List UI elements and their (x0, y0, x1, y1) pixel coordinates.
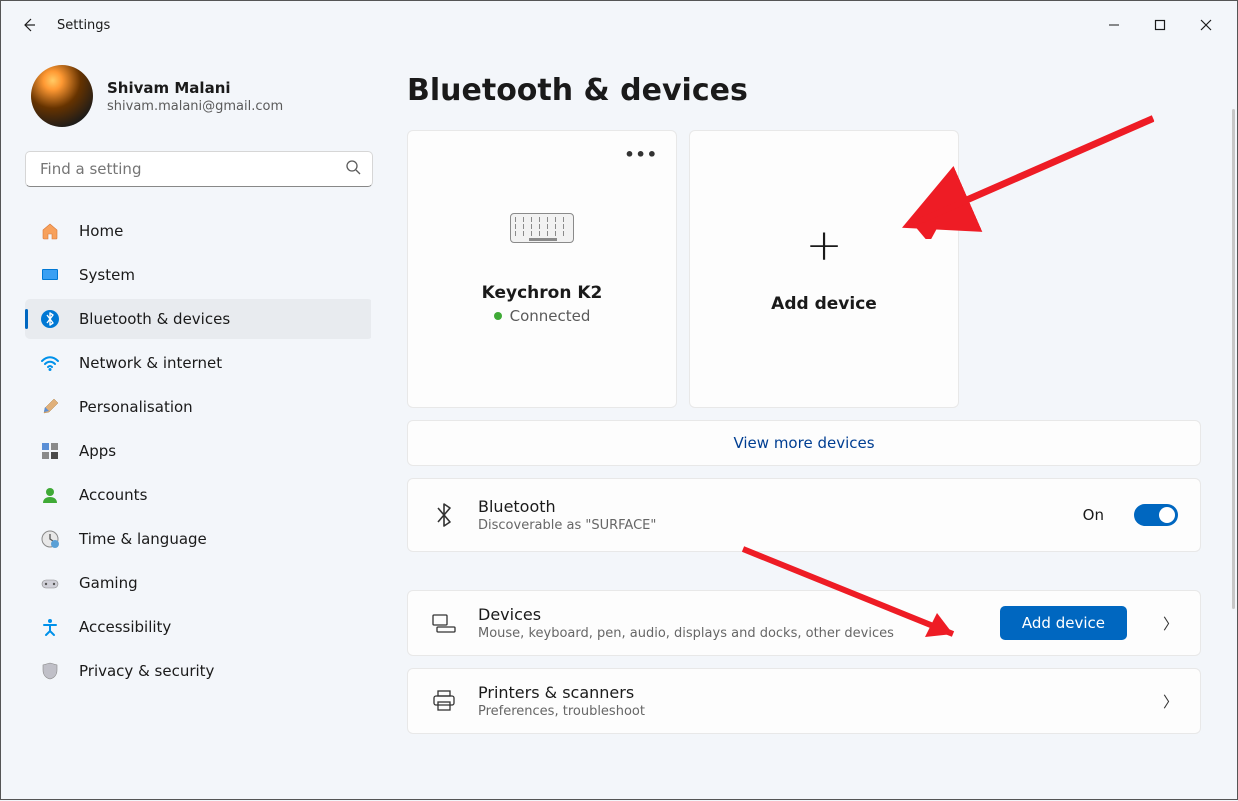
nav-label: Accounts (79, 486, 147, 504)
apps-icon (39, 440, 61, 462)
device-status: Connected (494, 307, 591, 325)
shield-icon (39, 660, 61, 682)
minimize-button[interactable] (1091, 9, 1137, 41)
nav-item-accounts[interactable]: Accounts (25, 475, 371, 515)
nav-label: Personalisation (79, 398, 193, 416)
nav-label: Home (79, 222, 123, 240)
close-button[interactable] (1183, 9, 1229, 41)
add-device-button[interactable]: Add device (1000, 606, 1127, 640)
nav-label: Network & internet (79, 354, 222, 372)
keyboard-icon (510, 213, 574, 243)
nav-label: Bluetooth & devices (79, 310, 230, 328)
nav-label: Time & language (79, 530, 207, 548)
bluetooth-toggle[interactable] (1134, 504, 1178, 526)
nav-item-apps[interactable]: Apps (25, 431, 371, 471)
nav-item-time-language[interactable]: Time & language (25, 519, 371, 559)
system-icon (39, 264, 61, 286)
page-title: Bluetooth & devices (407, 73, 1207, 108)
sidebar: Shivam Malani shivam.malani@gmail.com Ho… (1, 49, 383, 801)
nav-item-privacy[interactable]: Privacy & security (25, 651, 371, 691)
nav-item-gaming[interactable]: Gaming (25, 563, 371, 603)
bluetooth-row: Bluetooth Discoverable as "SURFACE" On (407, 478, 1201, 552)
status-dot-icon (494, 312, 502, 320)
profile-block[interactable]: Shivam Malani shivam.malani@gmail.com (25, 65, 371, 127)
bluetooth-outline-icon (430, 502, 458, 528)
device-card[interactable]: ••• Keychron K2 Connected (407, 130, 677, 408)
plus-icon: + (806, 224, 843, 268)
devices-row[interactable]: Devices Mouse, keyboard, pen, audio, dis… (407, 590, 1201, 656)
search-input[interactable] (25, 151, 373, 187)
bluetooth-icon (39, 308, 61, 330)
device-name: Keychron K2 (482, 283, 603, 303)
devices-subtitle: Mouse, keyboard, pen, audio, displays an… (478, 626, 980, 641)
nav-item-personalisation[interactable]: Personalisation (25, 387, 371, 427)
nav-item-home[interactable]: Home (25, 211, 371, 251)
nav-label: Accessibility (79, 618, 171, 636)
printers-title: Printers & scanners (478, 683, 1127, 702)
scrollbar[interactable] (1232, 109, 1235, 609)
printers-row[interactable]: Printers & scanners Preferences, trouble… (407, 668, 1201, 734)
arrow-left-icon (21, 17, 37, 33)
content-area: Bluetooth & devices ••• Keychron K2 Conn… (383, 49, 1237, 801)
paintbrush-icon (39, 396, 61, 418)
home-icon (39, 220, 61, 242)
nav-item-accessibility[interactable]: Accessibility (25, 607, 371, 647)
add-device-label: Add device (771, 294, 877, 314)
nav-item-bluetooth-devices[interactable]: Bluetooth & devices (25, 299, 371, 339)
app-title: Settings (57, 18, 110, 33)
nav-item-network[interactable]: Network & internet (25, 343, 371, 383)
profile-name: Shivam Malani (107, 79, 283, 97)
bluetooth-title: Bluetooth (478, 497, 1063, 516)
add-device-card[interactable]: + Add device (689, 130, 959, 408)
toggle-label: On (1083, 506, 1104, 524)
nav-item-system[interactable]: System (25, 255, 371, 295)
search-icon (345, 159, 361, 179)
profile-email: shivam.malani@gmail.com (107, 99, 283, 114)
avatar (31, 65, 93, 127)
accessibility-icon (39, 616, 61, 638)
bluetooth-subtitle: Discoverable as "SURFACE" (478, 518, 1063, 533)
clock-globe-icon (39, 528, 61, 550)
nav-label: Privacy & security (79, 662, 214, 680)
maximize-button[interactable] (1137, 9, 1183, 41)
nav-label: System (79, 266, 135, 284)
printers-subtitle: Preferences, troubleshoot (478, 704, 1127, 719)
window-controls (1091, 9, 1229, 41)
nav-label: Gaming (79, 574, 138, 592)
back-button[interactable] (9, 5, 49, 45)
person-icon (39, 484, 61, 506)
printer-icon (430, 690, 458, 712)
titlebar: Settings (1, 1, 1237, 49)
devices-title: Devices (478, 605, 980, 624)
view-more-devices-link[interactable]: View more devices (407, 420, 1201, 466)
devices-icon (430, 613, 458, 633)
nav-label: Apps (79, 442, 116, 460)
gamepad-icon (39, 572, 61, 594)
more-icon[interactable]: ••• (624, 145, 658, 164)
chevron-right-icon: 〉 (1163, 691, 1178, 712)
wifi-icon (39, 352, 61, 374)
nav-list: Home System Bluetooth & devices Network … (25, 211, 371, 695)
chevron-right-icon: 〉 (1163, 613, 1178, 634)
